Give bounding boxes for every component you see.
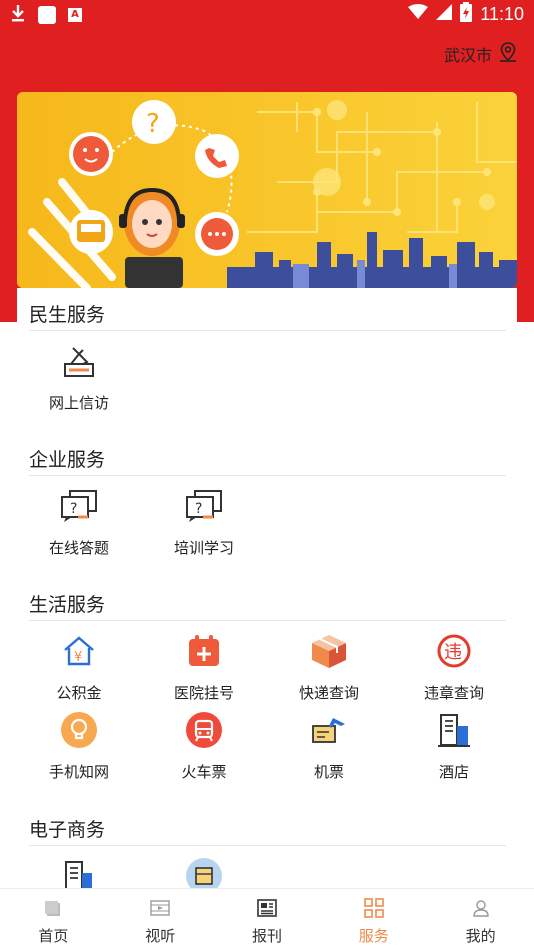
services-panel: 民生服务 网上信访 企业服务 ? 在线答题 ? 培训学习 生活服务 ¥ 公积金 … [17,288,517,894]
violation-icon: 违 [435,632,473,670]
service-label: 公积金 [56,684,102,702]
service-violation[interactable]: 违 违章查询 [394,632,514,703]
signal-icon [436,4,453,25]
hotel-icon [435,711,473,749]
tab-home[interactable]: 首页 [0,889,107,950]
tab-video[interactable]: 视听 [107,889,214,950]
service-label: 网上信访 [48,394,109,412]
tab-label: 我的 [465,927,496,945]
svg-text:违: 违 [444,642,462,663]
tab-label: 视听 [145,927,176,945]
banner[interactable]: ? [17,92,517,288]
section-title-life: 生活服务 [29,594,106,616]
service-label: 违章查询 [423,684,484,702]
service-express[interactable]: 快递查询 [269,632,389,703]
svg-text:?: ? [195,501,202,517]
battery-icon [460,2,473,27]
question-chat-icon: ? [60,487,98,525]
section-title-ecommerce: 电子商务 [29,819,106,841]
divider [29,620,506,621]
service-label: 培训学习 [173,539,234,557]
svg-text:?: ? [146,109,160,139]
section-title-enterprise: 企业服务 [29,449,106,471]
service-housing-fund[interactable]: ¥ 公积金 [19,632,139,703]
service-online-quiz[interactable]: ? 在线答题 [19,487,139,558]
service-label: 快递查询 [298,684,359,702]
tab-label: 报刊 [251,927,282,945]
calendar-plus-icon [185,632,223,670]
lightbulb-icon [60,711,98,749]
service-hotel[interactable]: 酒店 [394,711,514,782]
tab-newspaper[interactable]: 报刊 [214,889,321,950]
service-label: 酒店 [438,763,469,781]
tab-services[interactable]: 服务 [320,889,427,950]
service-label: 机票 [313,763,344,781]
airplane-ticket-icon [310,711,348,749]
ballot-box-icon [60,342,98,380]
newspaper-icon [214,897,321,919]
location-pin-icon [498,42,518,66]
service-cnki[interactable]: 手机知网 [19,711,139,782]
download-icon [10,4,26,26]
package-icon [310,632,348,670]
city-selector[interactable]: 武汉市 [444,42,518,66]
grid-icon [320,897,427,919]
tab-label: 首页 [38,927,69,945]
service-label: 在线答题 [48,539,109,557]
home-icon [0,897,107,919]
tab-me[interactable]: 我的 [427,889,534,950]
service-label: 手机知网 [48,763,109,781]
wifi-icon [408,4,429,25]
question-chat-icon: ? [185,487,223,525]
svg-text:?: ? [70,501,77,517]
house-yuan-icon: ¥ [60,632,98,670]
status-bar: A 11:10 [0,0,534,30]
video-icon [107,897,214,919]
user-icon [427,897,534,919]
divider [29,330,506,331]
city-label: 武汉市 [443,46,492,65]
service-label: 火车票 [181,763,227,781]
app-notification-icon [38,6,56,24]
svg-text:¥: ¥ [74,650,82,665]
service-training[interactable]: ? 培训学习 [144,487,264,558]
service-train-ticket[interactable]: 火车票 [144,711,264,782]
service-air-ticket[interactable]: 机票 [269,711,389,782]
divider [29,475,506,476]
divider [29,845,506,846]
train-icon [185,711,223,749]
service-label: 医院挂号 [173,684,234,702]
bottom-tab-bar: 首页 视听 报刊 服务 我的 [0,888,534,950]
tab-label: 服务 [358,927,389,945]
service-hospital[interactable]: 医院挂号 [144,632,264,703]
text-notification-icon: A [68,8,82,22]
service-petition[interactable]: 网上信访 [19,342,139,413]
section-title-livelihood: 民生服务 [29,304,106,326]
clock: 11:10 [480,4,524,24]
